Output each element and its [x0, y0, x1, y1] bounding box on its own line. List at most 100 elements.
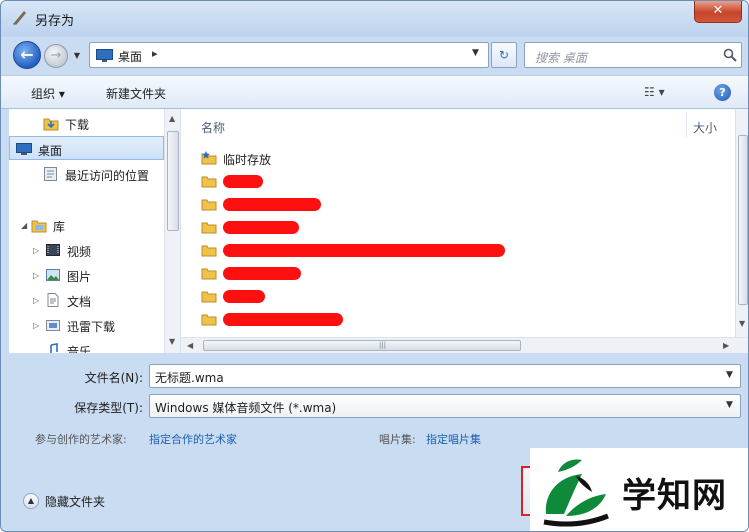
navigation-pane-scrollbar[interactable]: ▲ ▼ — [164, 109, 180, 353]
scroll-right-icon[interactable]: ▶ — [723, 341, 729, 350]
window-title: 另存为 — [35, 14, 75, 29]
sidebar-item-libraries[interactable]: 库 — [9, 213, 164, 237]
hide-folders-label: 隐藏文件夹 — [45, 495, 106, 509]
artist-label: 参与创作的艺术家: — [35, 433, 127, 446]
column-divider[interactable] — [686, 113, 687, 137]
sidebar-item-videos[interactable]: 视频 — [9, 238, 164, 262]
filename-dropdown-icon[interactable]: ▼ — [726, 370, 733, 380]
watermark: 学知网 — [530, 448, 748, 531]
list-item-redacted[interactable] — [201, 171, 281, 193]
back-button[interactable]: ← — [13, 41, 41, 69]
scroll-thumb[interactable]: ||| — [203, 340, 521, 351]
sidebar-item-label: 桌面 — [38, 144, 63, 158]
file-list-pane: 名称 大小 临时存放 ▼ ◀ ||| ▶ — [181, 109, 748, 353]
search-icon[interactable] — [723, 48, 737, 62]
redaction-mark — [223, 221, 299, 234]
watermark-logo-icon — [543, 459, 609, 527]
navigation-bar: ← → ▼ 桌面 ▸ ▼ ↻ 搜索 桌面 — [1, 37, 748, 73]
file-list-vertical-scrollbar[interactable]: ▼ — [735, 109, 748, 337]
list-item-redacted[interactable] — [201, 309, 361, 331]
folder-icon — [201, 314, 217, 326]
thunder-download-icon — [46, 320, 60, 331]
sidebar-item-recent-places[interactable]: 最近访问的位置 — [9, 162, 164, 186]
save-type-value[interactable]: Windows 媒体音频文件 (*.wma) — [155, 399, 336, 416]
save-as-app-icon — [13, 11, 26, 25]
sidebar-item-downloads[interactable]: 下载 — [9, 111, 164, 135]
save-type-select[interactable]: Windows 媒体音频文件 (*.wma) ▼ — [149, 394, 741, 418]
album-label: 唱片集: — [379, 433, 416, 446]
column-header-size[interactable]: 大小 — [693, 119, 717, 136]
view-options-button[interactable]: ☷ ▾ — [644, 85, 665, 99]
filename-input[interactable]: 无标题.wma ▼ — [149, 364, 741, 388]
sidebar-item-label: 下载 — [65, 118, 90, 132]
refresh-button[interactable]: ↻ — [491, 42, 517, 68]
folder-icon — [201, 291, 217, 303]
search-box[interactable]: 搜索 桌面 — [524, 42, 742, 68]
list-item-redacted[interactable] — [201, 240, 521, 262]
forward-button[interactable]: → — [44, 44, 68, 68]
sidebar-item-label: 视频 — [67, 245, 92, 259]
scroll-up-icon[interactable]: ▲ — [169, 114, 175, 123]
hide-folders-toggle[interactable]: ▲ 隐藏文件夹 — [23, 491, 123, 511]
sidebar-item-label: 文档 — [67, 295, 92, 309]
save-type-dropdown-icon[interactable]: ▼ — [726, 400, 733, 410]
close-button[interactable]: ✕ — [694, 1, 742, 23]
folder-icon — [201, 199, 217, 211]
list-item-redacted[interactable] — [201, 286, 291, 308]
scroll-left-icon[interactable]: ◀ — [187, 341, 193, 350]
organize-menu-button[interactable]: 组织 ▾ — [31, 85, 65, 102]
folder-icon — [201, 268, 217, 280]
redaction-mark — [223, 198, 321, 211]
redaction-mark — [223, 244, 505, 257]
new-folder-button[interactable]: 新建文件夹 — [106, 85, 166, 102]
sidebar-item-thunder-downloads[interactable]: 迅雷下载 — [9, 313, 164, 337]
help-icon[interactable]: ? — [714, 84, 731, 101]
list-item[interactable]: 临时存放 — [201, 148, 401, 170]
redaction-mark — [223, 313, 343, 326]
sidebar-item-desktop[interactable]: 桌面 — [9, 136, 164, 160]
scroll-down-icon[interactable]: ▼ — [169, 337, 175, 346]
album-link[interactable]: 指定唱片集 — [426, 431, 481, 447]
pictures-library-icon — [46, 269, 60, 281]
redaction-mark — [223, 175, 263, 188]
address-dropdown-icon[interactable]: ▼ — [472, 48, 479, 58]
scroll-thumb[interactable] — [167, 131, 179, 231]
address-bar[interactable]: 桌面 ▸ ▼ — [89, 42, 489, 68]
save-as-dialog: 另存为 ✕ ← → ▼ 桌面 ▸ ▼ ↻ 搜索 桌面 组织 ▾ 新建文件夹 ☷ — [0, 0, 749, 532]
breadcrumb-chevron-icon[interactable]: ▸ — [152, 47, 158, 60]
sidebar-item-label: 库 — [53, 220, 66, 234]
documents-library-icon — [47, 293, 59, 307]
command-toolbar: 组织 ▾ 新建文件夹 ☷ ▾ ? — [1, 75, 748, 109]
artist-link[interactable]: 指定合作的艺术家 — [149, 431, 237, 447]
file-list-horizontal-scrollbar[interactable]: ◀ ||| ▶ — [181, 337, 748, 353]
address-text[interactable]: 桌面 — [118, 48, 142, 65]
filename-value[interactable]: 无标题.wma — [155, 369, 224, 386]
watermark-text: 学知网 — [622, 476, 727, 516]
scroll-grip-icon: ||| — [379, 341, 387, 349]
scroll-down-icon[interactable]: ▼ — [739, 319, 745, 328]
save-type-label: 保存类型(T): — [74, 401, 143, 415]
sidebar-item-documents[interactable]: 文档 — [9, 288, 164, 312]
sidebar-item-label: 音乐 — [67, 345, 92, 353]
column-header-name[interactable]: 名称 — [201, 119, 225, 136]
scroll-thumb[interactable] — [738, 135, 748, 305]
desktop-icon — [16, 143, 32, 155]
collapse-chevron-icon: ▲ — [23, 493, 39, 509]
library-icon — [31, 220, 47, 233]
sidebar-item-label: 最近访问的位置 — [65, 169, 150, 183]
history-dropdown-icon[interactable]: ▼ — [71, 50, 83, 62]
starred-folder-icon — [201, 151, 217, 165]
sidebar-item-pictures[interactable]: 图片 — [9, 263, 164, 287]
folder-icon — [201, 245, 217, 257]
title-bar: 另存为 ✕ — [1, 1, 748, 37]
list-item-redacted[interactable] — [201, 263, 321, 285]
search-placeholder[interactable]: 搜索 桌面 — [535, 49, 587, 66]
folder-icon — [201, 222, 217, 234]
filename-label: 文件名(N): — [84, 371, 143, 385]
download-folder-icon — [43, 118, 59, 131]
list-item-redacted[interactable] — [201, 194, 341, 216]
redaction-mark — [223, 290, 265, 303]
sidebar-item-music[interactable]: 音乐 — [9, 338, 164, 353]
content-area: 下载 桌面 最近访问的位置 ◢ 库 ▷ 视频 ▷ 图片 ▷ 文档 ▷ 迅雷下载 … — [9, 109, 748, 353]
list-item-redacted[interactable] — [201, 217, 321, 239]
